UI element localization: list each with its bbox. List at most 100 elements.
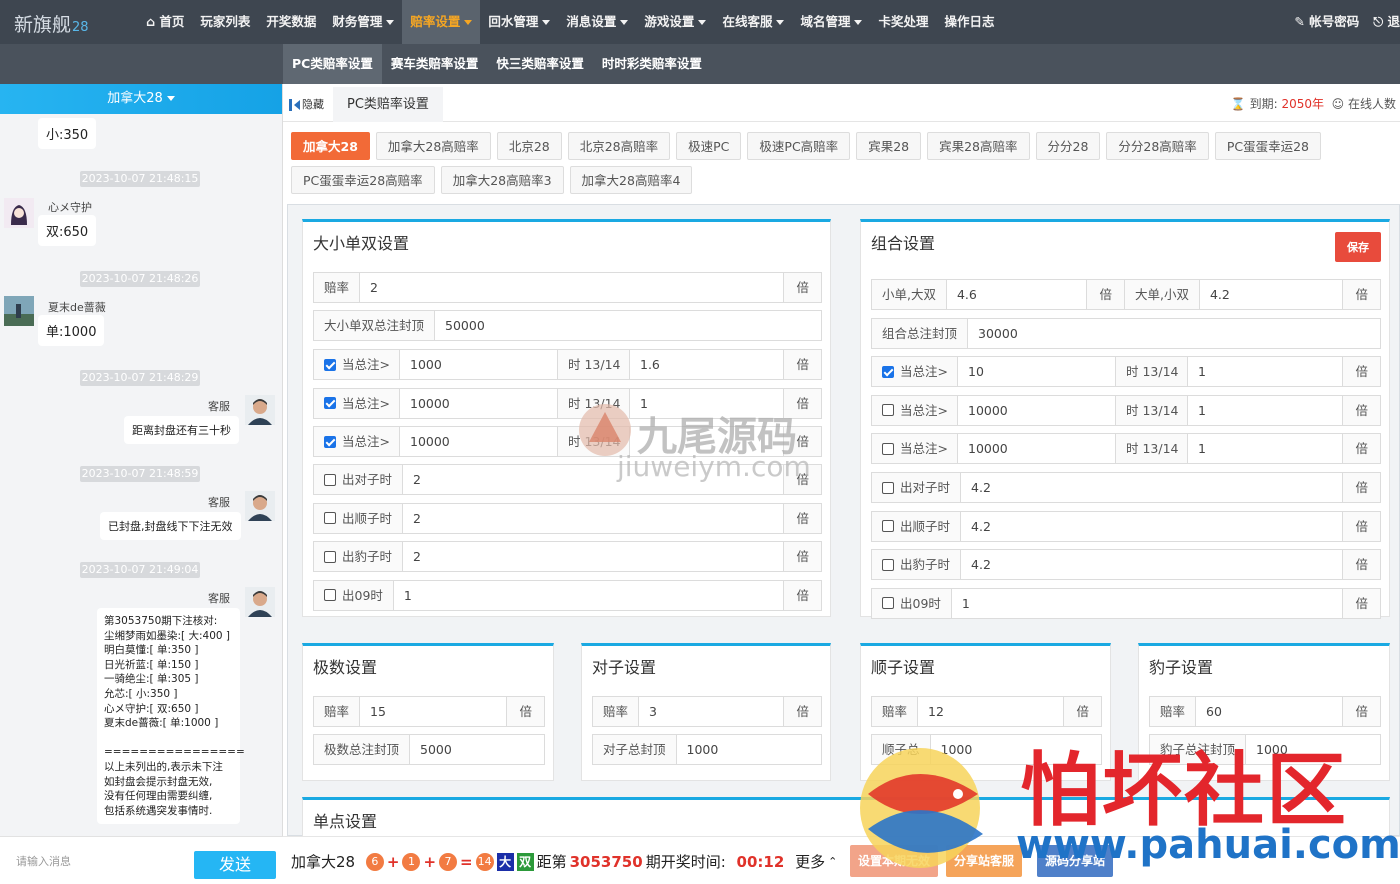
checkbox-icon[interactable] <box>882 365 894 378</box>
share-support-button[interactable]: 分享站客服 <box>946 845 1023 877</box>
special-checkbox[interactable]: 出顺子时 <box>872 511 962 541</box>
threshold-checkbox[interactable]: 当总注> <box>314 388 400 418</box>
special-odds-input[interactable]: 4.2 <box>961 550 1342 579</box>
nav-item-7[interactable]: 游戏设置 <box>636 0 714 44</box>
threshold-amount-input[interactable]: 10 <box>958 357 1116 386</box>
lottery-tab[interactable]: 宾果28 <box>856 132 922 160</box>
special-checkbox[interactable]: 出对子时 <box>872 473 962 502</box>
invalidate-issue-button[interactable]: 设置本期无效 <box>850 845 939 877</box>
brand-logo[interactable]: 新旗舰28 <box>14 10 89 37</box>
nav-item-8[interactable]: 在线客服 <box>714 0 792 44</box>
cap-input[interactable]: 1000 <box>931 735 1101 764</box>
threshold-odds-input[interactable]: 1 <box>1188 357 1342 386</box>
special-odds-input[interactable]: 2 <box>403 465 783 494</box>
threshold-checkbox[interactable]: 当总注> <box>314 427 400 456</box>
checkbox-icon[interactable] <box>324 397 336 409</box>
threshold-checkbox[interactable]: 当总注> <box>872 434 958 463</box>
lottery-tab[interactable]: PC蛋蛋幸运28高赔率 <box>291 166 435 194</box>
tab-current[interactable]: PC类赔率设置 <box>333 87 443 122</box>
checkbox-icon[interactable] <box>324 358 336 371</box>
special-checkbox[interactable]: 出豹子时 <box>314 542 404 571</box>
nav-item-3[interactable]: 财务管理 <box>324 0 402 44</box>
special-odds-input[interactable]: 2 <box>403 504 783 533</box>
nav-item-11[interactable]: 操作日志 <box>936 0 1002 44</box>
nav-item-4[interactable]: 赔率设置 <box>402 0 481 44</box>
checkbox-icon[interactable] <box>882 520 894 532</box>
nav-item-2[interactable]: 开奖数据 <box>258 0 324 44</box>
threshold-odds-input[interactable]: 1 <box>1188 396 1342 425</box>
lottery-tab[interactable]: 加拿大28高赔率 <box>375 132 491 160</box>
more-link[interactable]: 更多 <box>795 851 825 872</box>
checkbox-icon[interactable] <box>882 404 894 416</box>
checkbox-icon[interactable] <box>882 442 894 455</box>
special-checkbox[interactable]: 出09时 <box>872 588 952 618</box>
threshold-amount-input[interactable]: 10000 <box>400 427 558 456</box>
lottery-tab[interactable]: 加拿大28高赔率3 <box>440 166 564 194</box>
threshold-checkbox[interactable]: 当总注> <box>872 395 958 425</box>
lottery-tab[interactable]: 宾果28高赔率 <box>927 132 1030 160</box>
threshold-amount-input[interactable]: 10000 <box>958 434 1116 463</box>
logout-link[interactable]: ⎋ 退 <box>1373 0 1400 44</box>
subnav-item-3[interactable]: 时时彩类赔率设置 <box>593 44 711 84</box>
checkbox-icon[interactable] <box>324 512 336 524</box>
odds-input[interactable]: 60 <box>1196 697 1342 726</box>
odds-input[interactable]: 2 <box>360 273 783 302</box>
send-button[interactable]: 发送 <box>194 851 276 879</box>
odds-input[interactable]: 4.6 <box>947 280 1087 309</box>
threshold-odds-input[interactable] <box>630 427 783 456</box>
lottery-tab[interactable]: 极速PC高赔率 <box>747 132 851 160</box>
threshold-odds-input[interactable]: 1 <box>630 389 783 418</box>
special-odds-input[interactable]: 2 <box>403 542 783 571</box>
cap-input[interactable]: 5000 <box>410 735 544 764</box>
nav-item-9[interactable]: 域名管理 <box>792 0 870 44</box>
odds-input[interactable]: 12 <box>918 697 1063 726</box>
lottery-tab[interactable]: 分分28 <box>1035 132 1101 160</box>
checkbox-icon[interactable] <box>324 589 336 601</box>
account-password-link[interactable]: ✎ 帐号密码 <box>1294 0 1359 44</box>
threshold-checkbox[interactable]: 当总注> <box>872 357 958 386</box>
nav-item-6[interactable]: 消息设置 <box>558 0 636 44</box>
lottery-tab[interactable]: 加拿大28 <box>291 132 370 160</box>
threshold-amount-input[interactable]: 10000 <box>400 388 558 418</box>
odds-input[interactable]: 3 <box>639 697 783 726</box>
subnav-item-2[interactable]: 快三类赔率设置 <box>487 44 593 84</box>
subnav-item-0[interactable]: PC类赔率设置 <box>283 44 382 84</box>
special-checkbox[interactable]: 出豹子时 <box>872 550 962 579</box>
chat-input[interactable]: 请输入消息 <box>16 853 71 869</box>
checkbox-icon[interactable] <box>882 558 894 571</box>
nav-item-10[interactable]: 卡奖处理 <box>870 0 936 44</box>
threshold-amount-input[interactable]: 1000 <box>400 350 558 379</box>
threshold-checkbox[interactable]: 当总注> <box>314 350 400 379</box>
checkbox-icon[interactable] <box>882 481 894 494</box>
checkbox-icon[interactable] <box>882 597 894 609</box>
chat-game-selector[interactable]: 加拿大28 <box>0 84 282 114</box>
special-checkbox[interactable]: 出09时 <box>314 580 394 610</box>
threshold-odds-input[interactable]: 1 <box>1188 434 1342 463</box>
special-odds-input[interactable]: 1 <box>952 589 1343 618</box>
special-odds-input[interactable]: 1 <box>394 581 784 610</box>
nav-item-5[interactable]: 回水管理 <box>480 0 558 44</box>
hide-sidebar-button[interactable]: 隐藏 <box>289 96 324 112</box>
subnav-item-1[interactable]: 赛车类赔率设置 <box>382 44 488 84</box>
nav-item-1[interactable]: 玩家列表 <box>192 0 258 44</box>
threshold-amount-input[interactable]: 10000 <box>958 395 1116 425</box>
chat-messages[interactable]: 小:350 2023-10-07 21:48:15 心メ守护 双:650 202… <box>0 114 282 836</box>
threshold-odds-input[interactable]: 1.6 <box>630 350 783 379</box>
special-odds-input[interactable]: 4.2 <box>961 512 1342 541</box>
lottery-tab[interactable]: 极速PC <box>676 132 742 160</box>
checkbox-icon[interactable] <box>324 435 336 448</box>
cap-input[interactable]: 50000 <box>435 311 821 340</box>
special-odds-input[interactable]: 4.2 <box>961 473 1342 502</box>
special-checkbox[interactable]: 出对子时 <box>314 465 404 494</box>
checkbox-icon[interactable] <box>324 473 336 486</box>
special-checkbox[interactable]: 出顺子时 <box>314 503 404 533</box>
lottery-tab[interactable]: 分分28高赔率 <box>1106 132 1209 160</box>
lottery-tab[interactable]: 北京28高赔率 <box>567 132 671 160</box>
checkbox-icon[interactable] <box>324 550 336 563</box>
chevron-up-icon[interactable]: ⌃ <box>828 855 837 868</box>
nav-item-0[interactable]: ⌂ 首页 <box>138 0 192 44</box>
lottery-tab[interactable]: 北京28 <box>496 132 562 160</box>
source-share-button[interactable]: 源码分享站 <box>1037 845 1114 877</box>
cap-input[interactable]: 1000 <box>1246 735 1380 764</box>
cap-input[interactable]: 30000 <box>968 319 1380 348</box>
